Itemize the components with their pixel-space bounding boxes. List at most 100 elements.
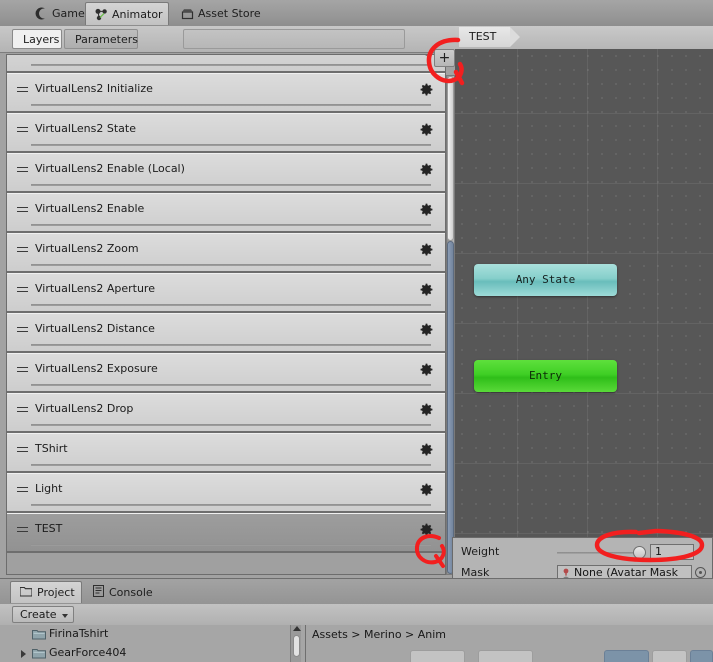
asset-item[interactable] [604,650,649,662]
chevron-right-icon[interactable] [21,650,26,658]
layer-name: VirtualLens2 Exposure [35,362,158,375]
weight-slider-track[interactable] [557,552,637,554]
subtab-layers[interactable]: Layers [12,29,62,49]
state-node-entry[interactable]: Entry [474,360,617,392]
layer-row-cloth[interactable]: Cloth [7,55,445,73]
layer-settings-gear-icon[interactable] [420,123,433,136]
tab-console[interactable]: Console [84,581,156,603]
layer-name: VirtualLens2 Enable [35,202,145,215]
layer-settings-gear-icon[interactable] [420,363,433,376]
test-layer-gear-icon[interactable] [420,523,433,536]
layer-name: VirtualLens2 Aperture [35,282,155,295]
layer-settings-gear-icon[interactable] [420,203,433,216]
subtab-parameters[interactable]: Parameters [64,29,138,49]
tab-console-label: Console [109,585,153,599]
tab-asset-store[interactable]: Asset Store [172,2,270,25]
weight-value-field[interactable]: 1 [650,544,694,560]
layer-name: VirtualLens2 Enable (Local) [35,162,185,175]
tree-item-label: FirinaTshirt [49,627,109,640]
layer-weight-bar[interactable] [31,224,431,226]
graph-breadcrumb-bar: TEST [455,26,713,50]
drag-handle-icon[interactable] [17,246,28,253]
layer-weight-bar[interactable] [31,424,431,426]
layer-row-test[interactable]: TEST [7,513,445,553]
drag-handle-icon[interactable] [17,166,28,173]
drag-handle-icon[interactable] [17,486,28,493]
tab-project[interactable]: Project [10,581,82,603]
layer-weight-bar[interactable] [31,304,431,306]
layer-name: TShirt [35,442,68,455]
animator-graph-panel[interactable]: TEST Any State Entry [455,26,713,578]
layer-weight-bar[interactable] [31,504,431,506]
layer-weight-bar[interactable] [31,64,431,66]
state-node-any-state[interactable]: Any State [474,264,617,296]
layer-list-scrollbar[interactable] [446,75,455,575]
layer-row-virtuallens2-exposure[interactable]: VirtualLens2 Exposure [7,353,445,393]
drag-handle-icon[interactable] [17,446,28,453]
layer-row-virtuallens2-drop[interactable]: VirtualLens2 Drop [7,393,445,433]
layer-row-virtuallens2-zoom[interactable]: VirtualLens2 Zoom [7,233,445,273]
layer-weight-bar[interactable] [31,264,431,266]
layer-settings-gear-icon[interactable] [420,483,433,496]
drag-handle-icon[interactable] [17,526,28,533]
state-machine-canvas[interactable]: Any State Entry [455,49,713,578]
layer-row-virtuallens2-aperture[interactable]: VirtualLens2 Aperture [7,273,445,313]
project-tabbar: Project Console [0,579,713,605]
layer-list[interactable]: Cloth VirtualLens2 Initialize [6,54,446,575]
layer-weight-bar[interactable] [31,384,431,386]
weight-slider-knob[interactable] [633,546,646,559]
scrollbar-thumb[interactable] [447,241,454,574]
layer-settings-gear-icon[interactable] [420,323,433,336]
drag-handle-icon[interactable] [17,366,28,373]
drag-handle-icon[interactable] [17,86,28,93]
tree-item-firinatshirt[interactable]: FirinaTshirt [0,625,305,644]
layer-weight-bar[interactable] [31,464,431,466]
tab-game[interactable]: Game [26,2,88,25]
scroll-up-arrow-icon[interactable] [293,626,301,631]
asset-item[interactable] [410,650,465,662]
asset-item[interactable] [652,650,687,662]
layer-settings-gear-icon[interactable] [420,163,433,176]
drag-handle-icon[interactable] [17,286,28,293]
layer-weight-bar[interactable] [31,184,431,186]
layer-row-virtuallens2-enable[interactable]: VirtualLens2 Enable [7,193,445,233]
layer-row-tshirt[interactable]: TShirt [7,433,445,473]
project-tree-scroll-thumb[interactable] [293,635,300,657]
layer-settings-gear-icon[interactable] [420,83,433,96]
layers-subtab-row: Layers Parameters [0,26,455,53]
project-folder-tree[interactable]: FirinaTshirt GearForce404 GlassShader [0,625,306,662]
layer-settings-gear-icon[interactable] [420,243,433,256]
drag-handle-icon[interactable] [17,206,28,213]
drag-handle-icon[interactable] [17,126,28,133]
object-picker-icon[interactable] [695,567,706,578]
layer-settings-gear-icon[interactable] [420,55,433,56]
breadcrumb-test[interactable]: TEST [459,27,521,47]
layer-weight-bar[interactable] [31,104,431,106]
layer-row-virtuallens2-initialize[interactable]: VirtualLens2 Initialize [7,73,445,113]
layer-row-virtuallens2-state[interactable]: VirtualLens2 State [7,113,445,153]
create-button[interactable]: Create [12,606,74,623]
layer-settings-gear-icon[interactable] [420,403,433,416]
layer-row-virtuallens2-distance[interactable]: VirtualLens2 Distance [7,313,445,353]
asset-item[interactable] [690,650,713,662]
tab-project-label: Project [37,586,75,599]
project-breadcrumb[interactable]: Assets > Merino > Anim [312,628,446,641]
project-content-pane[interactable]: Assets > Merino > Anim [306,625,713,662]
tree-item-gearforce404[interactable]: GearForce404 [0,644,305,662]
layer-weight-bar[interactable] [31,344,431,346]
layer-settings-gear-icon[interactable] [420,443,433,456]
asset-item[interactable] [478,650,533,662]
add-layer-button[interactable]: + [434,49,455,67]
asset-thumbnail-strip [306,650,713,662]
layer-row-light[interactable]: Light [7,473,445,513]
tab-animator[interactable]: Animator [85,2,169,25]
drag-handle-icon[interactable] [17,326,28,333]
drag-handle-icon[interactable] [17,406,28,413]
asset-store-icon [181,7,194,20]
project-tree-scrollbar[interactable] [290,625,301,662]
layer-weight-bar[interactable] [31,544,431,546]
layer-row-virtuallens2-enable-local[interactable]: VirtualLens2 Enable (Local) [7,153,445,193]
layer-settings-gear-icon[interactable] [420,283,433,296]
layer-weight-bar[interactable] [31,144,431,146]
layer-name: VirtualLens2 Distance [35,322,155,335]
